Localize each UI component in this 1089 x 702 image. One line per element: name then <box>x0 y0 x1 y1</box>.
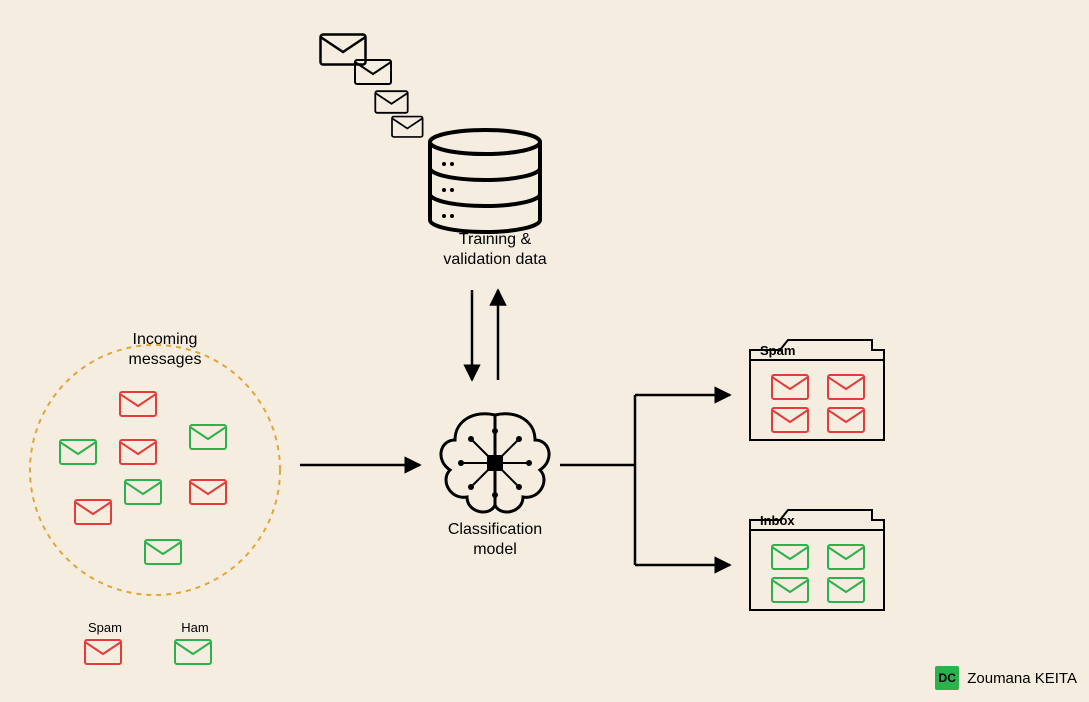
author-credit: DC Zoumana KEITA <box>935 666 1077 690</box>
incoming-messages-label: Incoming messages <box>110 330 220 370</box>
legend-ham-label: Ham <box>172 620 218 636</box>
training-data-label: Training & validation data <box>430 230 560 270</box>
incoming-envelopes-scatter <box>60 392 226 564</box>
incoming-circle <box>30 345 280 595</box>
credit-badge-icon: DC <box>935 666 959 690</box>
legend-spam-label: Spam <box>82 620 128 636</box>
brain-icon <box>441 414 549 512</box>
author-name: Zoumana KEITA <box>967 670 1077 687</box>
inbox-folder-label: Inbox <box>760 513 795 529</box>
classification-model-label: Classification model <box>430 520 560 560</box>
legend-icons <box>85 640 211 664</box>
spam-folder-label: Spam <box>760 343 795 359</box>
database-icon <box>430 130 540 232</box>
incoming-envelopes-trail <box>321 35 423 137</box>
